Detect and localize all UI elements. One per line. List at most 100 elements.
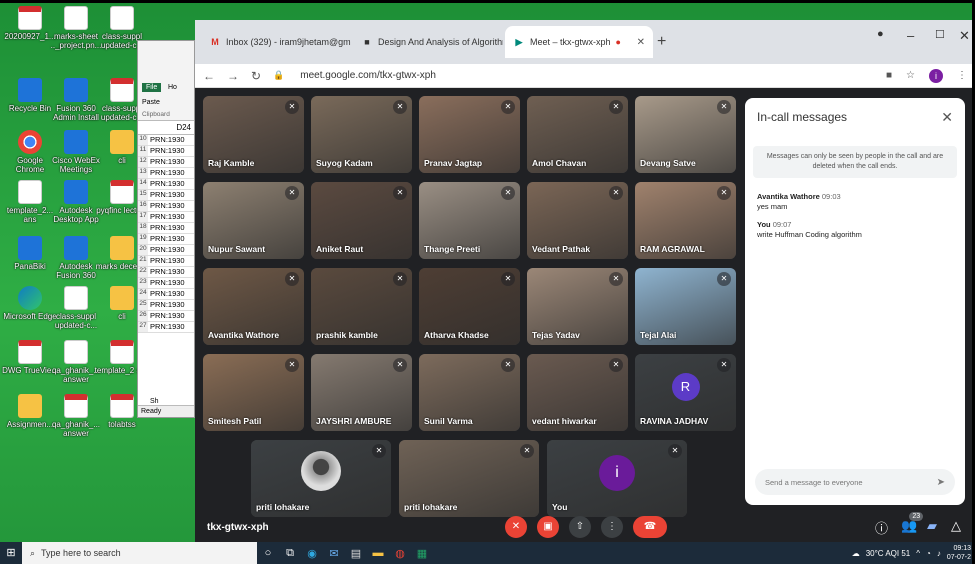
maximize-button[interactable]: ☐	[935, 28, 945, 41]
info-icon[interactable]: ⓘ	[875, 518, 888, 537]
excel-row[interactable]: 23 PRN:1930	[138, 278, 194, 289]
excel-cell[interactable]: PRN:1930	[148, 322, 185, 332]
send-icon[interactable]: ➤	[937, 477, 945, 488]
excel-cell[interactable]: PRN:1930	[148, 300, 185, 310]
edge-icon[interactable]: ◉	[301, 547, 323, 560]
url-field[interactable]: meet.google.com/tkx-gtwx-xph	[300, 70, 436, 81]
participant-tile[interactable]: ✕ Raj Kamble	[203, 96, 304, 173]
excel-cell[interactable]: PRN:1930	[148, 146, 185, 156]
participant-tile[interactable]: ✕ Atharva Khadse	[419, 268, 520, 345]
participant-tile[interactable]: ✕ Aniket Raut	[311, 182, 412, 259]
participant-tile[interactable]: ✕ Tejal Alai	[635, 268, 736, 345]
excel-row[interactable]: 12 PRN:1930	[138, 157, 194, 168]
present-button[interactable]: ⇧	[569, 516, 591, 538]
excel-file-tab[interactable]: File	[142, 83, 162, 92]
close-icon[interactable]: ✕	[637, 37, 645, 48]
excel-row[interactable]: 19 PRN:1930	[138, 234, 194, 245]
excel-icon[interactable]: ▦	[411, 547, 433, 560]
excel-cell[interactable]: PRN:1930	[148, 278, 185, 288]
participant-tile[interactable]: ✕ JAYSHRI AMBURE	[311, 354, 412, 431]
excel-cell[interactable]: PRN:1930	[148, 201, 185, 211]
more-options-button[interactable]: ⋮	[601, 516, 623, 538]
excel-cell[interactable]: PRN:1930	[148, 311, 185, 321]
excel-row[interactable]: 10 PRN:1930	[138, 135, 194, 146]
participant-tile[interactable]: ✕ Avantika Wathore	[203, 268, 304, 345]
mail-icon[interactable]: ✉	[323, 547, 345, 560]
mic-off-button[interactable]: ✕	[505, 516, 527, 538]
activities-icon[interactable]: △	[951, 518, 961, 534]
participant-tile[interactable]: ✕ Amol Chavan	[527, 96, 628, 173]
participant-tile[interactable]: ✕ Smitesh Patil	[203, 354, 304, 431]
excel-row[interactable]: 25 PRN:1930	[138, 300, 194, 311]
participant-tile[interactable]: R ✕ RAVINA JADHAV	[635, 354, 736, 431]
end-call-button[interactable]: ☎	[633, 516, 667, 538]
excel-row[interactable]: 26 PRN:1930	[138, 311, 194, 322]
excel-cell[interactable]: PRN:1930	[148, 289, 185, 299]
excel-sheet-tab[interactable]: Sh	[138, 398, 159, 405]
participant-tile[interactable]: ✕ Devang Satve	[635, 96, 736, 173]
tray-chevron-icon[interactable]: ^	[916, 549, 920, 558]
excel-row[interactable]: 14 PRN:1930	[138, 179, 194, 190]
excel-home-tab[interactable]: Ho	[168, 84, 177, 91]
task-view-icon[interactable]: ⧉	[279, 547, 301, 560]
store-icon[interactable]: ▤	[345, 547, 367, 560]
excel-cell[interactable]: PRN:1930	[148, 223, 185, 233]
participant-tile[interactable]: ✕ prashik kamble	[311, 268, 412, 345]
excel-cell[interactable]: PRN:1930	[148, 179, 185, 189]
volume-icon[interactable]: ♪	[937, 549, 941, 558]
participant-tile[interactable]: ✕ Suyog Kadam	[311, 96, 412, 173]
tab-inbox[interactable]: M Inbox (329) - iram9jhetam@gma ✕	[201, 26, 351, 58]
network-icon[interactable]: ◔	[926, 549, 931, 558]
chat-input[interactable]: Send a message to everyone ➤	[755, 469, 955, 495]
weather-text[interactable]: 30°C AQI 51	[866, 549, 911, 558]
weather-icon[interactable]: ☁	[852, 549, 860, 558]
star-icon[interactable]: ☆	[906, 70, 915, 81]
excel-row[interactable]: 17 PRN:1930	[138, 212, 194, 223]
excel-row[interactable]: 27 PRN:1930	[138, 322, 194, 333]
close-window-button[interactable]: ✕	[959, 28, 970, 44]
taskbar-search[interactable]: ⌕ Type here to search	[22, 542, 257, 564]
cortana-icon[interactable]: ○	[257, 547, 279, 559]
tab-meet[interactable]: ▶ Meet – tkx-gtwx-xph ● ✕	[505, 26, 653, 58]
participant-tile[interactable]: ✕ Vedant Pathak	[527, 182, 628, 259]
excel-cell[interactable]: PRN:1930	[148, 267, 185, 277]
excel-cell[interactable]: PRN:1930	[148, 234, 185, 244]
back-arrow-icon[interactable]: ←	[203, 69, 215, 83]
excel-cell[interactable]: PRN:1930	[148, 212, 185, 222]
participant-tile[interactable]: ✕ Sunil Varma	[419, 354, 520, 431]
new-tab-button[interactable]: +	[657, 33, 666, 51]
excel-row[interactable]: 11 PRN:1930	[138, 146, 194, 157]
excel-row[interactable]: 21 PRN:1930	[138, 256, 194, 267]
excel-row[interactable]: 20 PRN:1930	[138, 245, 194, 256]
participant-tile[interactable]: ✕ priti lohakare	[399, 440, 539, 517]
reload-icon[interactable]: ↻	[251, 69, 261, 83]
chat-button[interactable]: ▰	[927, 518, 937, 534]
close-icon[interactable]: ✕	[941, 109, 953, 126]
excel-cell-ref[interactable]: D24	[138, 121, 194, 135]
participant-tile[interactable]: ✕ Pranav Jagtap	[419, 96, 520, 173]
excel-row[interactable]: 13 PRN:1930	[138, 168, 194, 179]
avatar[interactable]: i	[929, 68, 943, 83]
camera-indicator-icon[interactable]: ■	[886, 70, 892, 81]
excel-cell[interactable]: PRN:1930	[148, 157, 185, 167]
excel-cell[interactable]: PRN:1930	[148, 135, 185, 145]
participant-tile[interactable]: ✕ vedant hiwarkar	[527, 354, 628, 431]
participant-tile[interactable]: ✕ priti lohakare	[251, 440, 391, 517]
file-explorer-icon[interactable]: ▬	[367, 547, 389, 559]
excel-cell[interactable]: PRN:1930	[148, 190, 185, 200]
participant-tile[interactable]: ✕ Thange Preeti	[419, 182, 520, 259]
excel-cell[interactable]: PRN:1930	[148, 256, 185, 266]
forward-arrow-icon[interactable]: →	[227, 69, 239, 83]
excel-window[interactable]: File Ho Paste Clipboard D24 10 PRN:1930 11…	[137, 40, 195, 418]
people-button[interactable]: 👥 23	[901, 512, 924, 534]
excel-row[interactable]: 15 PRN:1930	[138, 190, 194, 201]
camera-off-button[interactable]: ▣	[537, 516, 559, 538]
excel-row[interactable]: 18 PRN:1930	[138, 223, 194, 234]
excel-paste-button[interactable]: Paste	[142, 99, 160, 106]
excel-row[interactable]: 24 PRN:1930	[138, 289, 194, 300]
lock-icon[interactable]: 🔒	[273, 70, 284, 81]
excel-cell[interactable]: PRN:1930	[148, 245, 185, 255]
minimize-button[interactable]: –	[907, 28, 914, 43]
menu-icon[interactable]: ⋮	[957, 70, 967, 81]
profile-dot-icon[interactable]: ●	[877, 28, 884, 40]
